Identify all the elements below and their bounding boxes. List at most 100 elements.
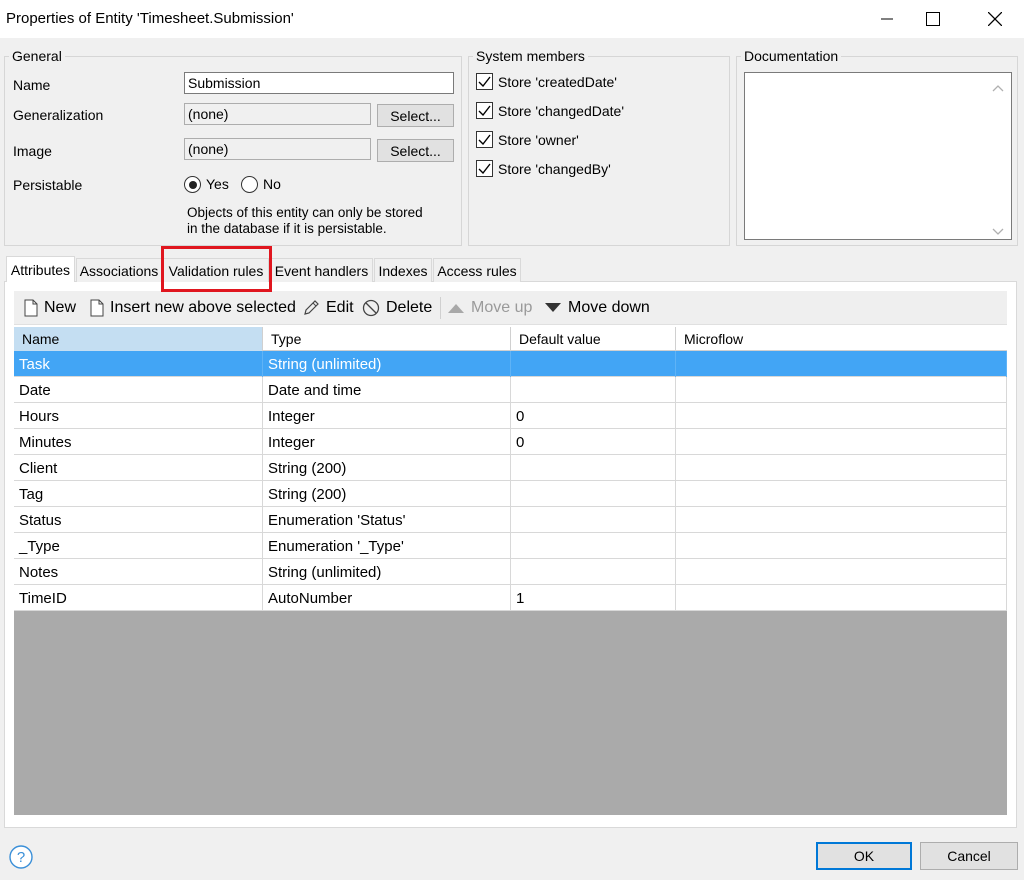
table-row[interactable]: TimeID AutoNumber 1 (14, 585, 1007, 611)
cell-default (511, 455, 676, 481)
cell-type: Enumeration '_Type' (263, 533, 511, 559)
persistable-no-label[interactable]: No (263, 176, 281, 192)
tab-access-rules[interactable]: Access rules (433, 258, 521, 282)
image-label: Image (13, 143, 52, 159)
maximize-button[interactable] (910, 0, 956, 38)
close-button[interactable] (972, 0, 1018, 38)
tab-event-handlers[interactable]: Event handlers (270, 258, 373, 282)
persistable-no-radio[interactable] (241, 176, 258, 193)
cell-type: Integer (263, 429, 511, 455)
general-group-title: General (9, 48, 65, 64)
persistable-yes-radio[interactable] (184, 176, 201, 193)
store-createddate-checkbox[interactable] (476, 73, 493, 90)
table-row[interactable]: Date Date and time (14, 377, 1007, 403)
name-input[interactable]: Submission (184, 72, 454, 94)
help-icon: ? (9, 845, 33, 869)
validation-rules-highlight (161, 246, 272, 292)
cell-name: _Type (14, 533, 263, 559)
cell-microflow (676, 481, 1007, 507)
cell-microflow (676, 403, 1007, 429)
help-button[interactable]: ? (7, 843, 35, 871)
store-changeddate-checkbox[interactable] (476, 102, 493, 119)
move-down-label: Move down (568, 299, 650, 316)
cell-name: Client (14, 455, 263, 481)
cell-default (511, 507, 676, 533)
persistable-note-line1: Objects of this entity can only be store… (187, 205, 423, 220)
table-row[interactable]: Tag String (200) (14, 481, 1007, 507)
new-button-label: New (44, 299, 77, 316)
image-select-button[interactable]: Select... (377, 139, 454, 162)
cancel-button[interactable]: Cancel (920, 842, 1018, 870)
cell-name: TimeID (14, 585, 263, 611)
table-row[interactable]: Client String (200) (14, 455, 1007, 481)
cell-default: 0 (511, 403, 676, 429)
cell-type: AutoNumber (263, 585, 511, 611)
cell-default (511, 559, 676, 585)
cell-microflow (676, 455, 1007, 481)
documentation-textarea[interactable] (744, 72, 1012, 240)
new-document-icon (24, 299, 38, 317)
table-row[interactable]: Task String (unlimited) (14, 351, 1007, 377)
store-owner-label[interactable]: Store 'owner' (498, 132, 579, 148)
move-down-button[interactable]: Move down (544, 291, 650, 325)
insert-above-label: Insert new above selected (110, 299, 296, 316)
cell-default (511, 533, 676, 559)
cell-microflow (676, 377, 1007, 403)
tab-associations[interactable]: Associations (76, 258, 162, 282)
toolbar-separator (440, 297, 441, 319)
cell-type: Date and time (263, 377, 511, 403)
column-header-default-value[interactable]: Default value (511, 327, 676, 351)
cell-microflow (676, 507, 1007, 533)
cell-name: Hours (14, 403, 263, 429)
ok-button[interactable]: OK (816, 842, 912, 870)
svg-text:?: ? (17, 849, 25, 866)
insert-above-button[interactable]: Insert new above selected (90, 291, 296, 325)
scroll-up-icon[interactable] (992, 79, 1004, 95)
tab-attributes[interactable]: Attributes (6, 256, 75, 282)
store-createddate-label[interactable]: Store 'createdDate' (498, 74, 617, 90)
maximize-icon (926, 12, 940, 26)
cell-type: String (200) (263, 455, 511, 481)
insert-document-icon (90, 299, 104, 317)
store-changedby-checkbox[interactable] (476, 160, 493, 177)
delete-button[interactable]: Delete (362, 291, 432, 325)
window-title: Properties of Entity 'Timesheet.Submissi… (6, 10, 294, 27)
cell-type: Enumeration 'Status' (263, 507, 511, 533)
persistable-note-line2: in the database if it is persistable. (187, 221, 387, 236)
column-header-type[interactable]: Type (263, 327, 511, 351)
table-row[interactable]: _Type Enumeration '_Type' (14, 533, 1007, 559)
cell-default (511, 377, 676, 403)
checkmark-icon (478, 105, 491, 116)
triangle-down-icon (545, 303, 561, 312)
cell-microflow (676, 533, 1007, 559)
table-row[interactable]: Notes String (unlimited) (14, 559, 1007, 585)
close-icon (988, 12, 1002, 26)
edit-button[interactable]: Edit (302, 291, 354, 325)
cell-name: Notes (14, 559, 263, 585)
cell-name: Minutes (14, 429, 263, 455)
grid-header: Name Type Default value Microflow (14, 327, 1007, 351)
table-row[interactable]: Status Enumeration 'Status' (14, 507, 1007, 533)
store-owner-checkbox[interactable] (476, 131, 493, 148)
table-row[interactable]: Hours Integer 0 (14, 403, 1007, 429)
triangle-up-icon (448, 304, 464, 313)
column-header-microflow[interactable]: Microflow (676, 327, 1007, 351)
column-header-name[interactable]: Name (14, 327, 263, 351)
pencil-icon (304, 300, 319, 315)
generalization-select-button[interactable]: Select... (377, 104, 454, 127)
cell-default: 1 (511, 585, 676, 611)
move-up-button[interactable]: Move up (447, 291, 532, 325)
new-button[interactable]: New (24, 291, 76, 325)
minimize-button[interactable] (864, 0, 910, 38)
system-members-title: System members (473, 48, 588, 64)
minimize-icon (881, 18, 893, 20)
cell-microflow (676, 429, 1007, 455)
table-row[interactable]: Minutes Integer 0 (14, 429, 1007, 455)
persistable-label: Persistable (13, 177, 83, 193)
store-changedby-label[interactable]: Store 'changedBy' (498, 161, 611, 177)
persistable-yes-label[interactable]: Yes (206, 176, 229, 192)
store-changeddate-label[interactable]: Store 'changedDate' (498, 103, 624, 119)
scroll-down-icon[interactable] (992, 223, 1004, 239)
tab-indexes[interactable]: Indexes (374, 258, 432, 282)
cell-name: Task (14, 351, 263, 377)
